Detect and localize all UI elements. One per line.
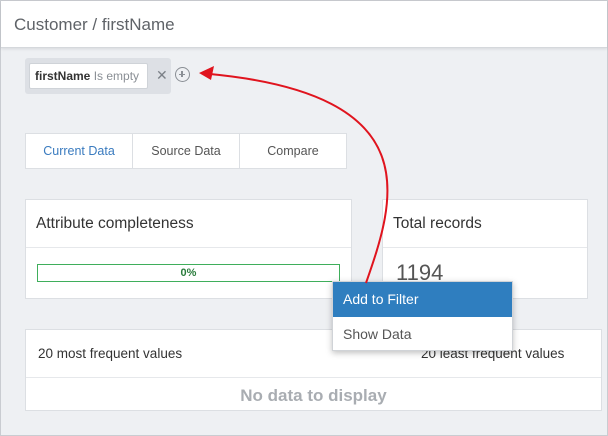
breadcrumb: Customer / firstName <box>14 15 175 34</box>
filter-field: firstName <box>35 69 91 83</box>
filter-chip[interactable]: firstName Is empty <box>29 63 148 89</box>
title-bar: Customer / firstName <box>1 1 607 48</box>
plus-circle-icon[interactable] <box>175 67 190 82</box>
frequency-card: 20 most frequent values 20 least frequen… <box>25 329 602 411</box>
context-menu: Add to Filter Show Data <box>332 281 513 351</box>
completeness-title: Attribute completeness <box>26 200 351 248</box>
tab-source-data[interactable]: Source Data <box>133 134 240 168</box>
menu-item-show-data[interactable]: Show Data <box>333 317 512 352</box>
total-records-title: Total records <box>383 200 587 248</box>
no-data-message: No data to display <box>240 386 387 405</box>
close-icon[interactable]: ✕ <box>156 66 168 84</box>
filter-operator: Is empty <box>93 69 140 83</box>
frequency-header: 20 most frequent values 20 least frequen… <box>26 330 601 378</box>
view-tabs: Current Data Source Data Compare <box>25 133 347 169</box>
filter-bar: firstName Is empty <box>25 58 171 94</box>
tab-current-data[interactable]: Current Data <box>26 134 133 168</box>
most-frequent-title: 20 most frequent values <box>38 346 183 361</box>
tab-compare[interactable]: Compare <box>240 134 346 168</box>
completeness-progress-bar: 0% <box>37 264 340 282</box>
menu-item-add-to-filter[interactable]: Add to Filter <box>333 282 512 317</box>
completeness-card: Attribute completeness 0% <box>25 199 352 299</box>
